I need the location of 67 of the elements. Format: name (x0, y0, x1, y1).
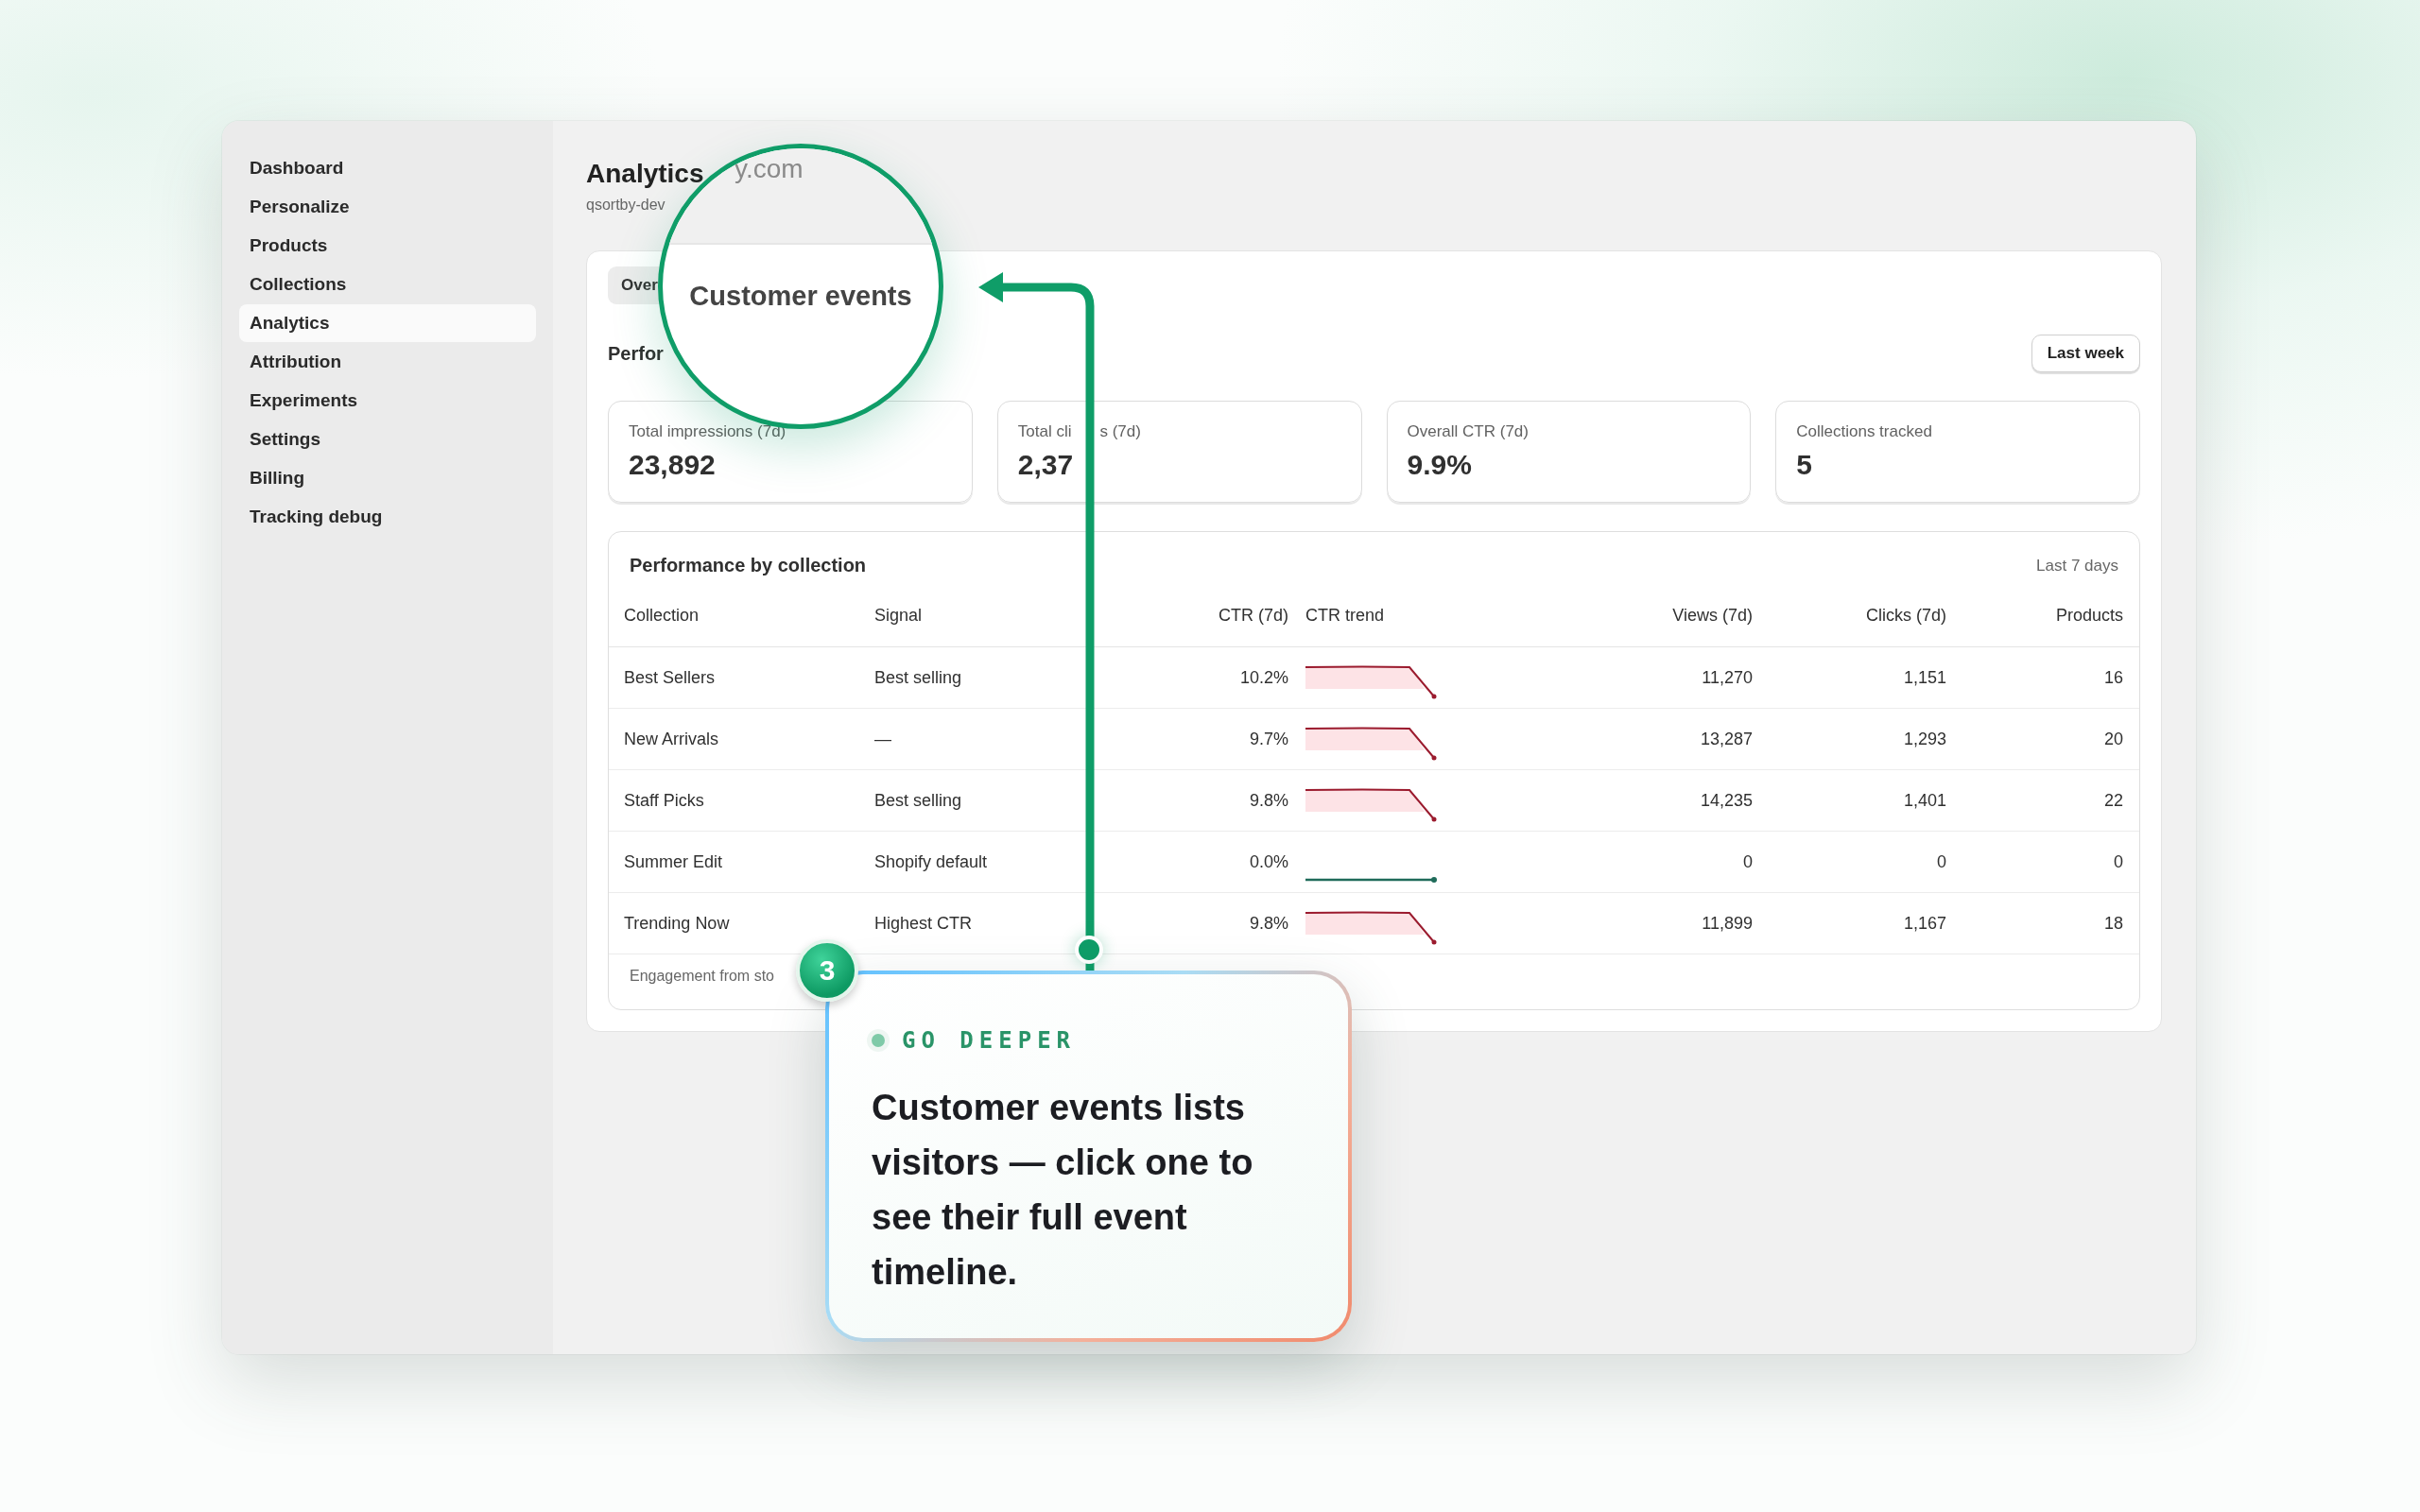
table-cell-text: 0 (1742, 851, 1753, 872)
column-header: Collection (624, 605, 700, 626)
table-cell-text: Shopify default (874, 851, 989, 872)
table-cell-text: 18 (2102, 913, 2123, 934)
table-cell-text: 10.2% (1238, 667, 1288, 688)
table-cell-text: 16 (2102, 667, 2123, 688)
table-cell-text: 22 (2102, 790, 2123, 811)
column-header: CTR trend (1305, 605, 1386, 626)
column-header: Views (7d) (1671, 605, 1753, 626)
table-cell-text: Highest CTR (874, 913, 974, 934)
table-cell-text: 9.8% (1248, 913, 1288, 934)
table-cell-text: 9.7% (1248, 729, 1288, 749)
stat-label: Total cli (1017, 422, 1072, 441)
table-cell-text: Best selling (874, 667, 963, 688)
sidebar-item[interactable]: Dashboard (239, 149, 536, 187)
stat-label: Overall CTR (7d) (1407, 422, 1529, 441)
sidebar-item[interactable]: Settings (239, 421, 536, 458)
table-cell-text: 0 (2113, 851, 2123, 872)
table-cell-text: 1,293 (1902, 729, 1946, 749)
sidebar-item[interactable]: Products (239, 227, 536, 265)
table-cell-text: Trending Now (624, 913, 731, 934)
table-title: Performance by collection (630, 555, 867, 576)
sidebar-item[interactable]: Collections (239, 266, 536, 303)
table-cell-text: — (874, 729, 892, 749)
tab[interactable]: Over (608, 266, 660, 304)
column-header: Products (2054, 605, 2123, 626)
table-cell-text: 1,167 (1902, 913, 1946, 934)
tooltip-eyebrow: GO DEEPER (902, 1027, 1077, 1054)
table-range: Last 7 days (2036, 556, 2118, 576)
sidebar-item[interactable]: Personalize (239, 188, 536, 226)
table-cell-text: 14,235 (1699, 790, 1753, 811)
tooltip-text: Customer events lists visitors — click one to see their full event timeline. (872, 1087, 1254, 1294)
stat-value: 23,892 (629, 449, 717, 481)
section-title: Perfor (608, 342, 664, 365)
stat-value: 5 (1796, 449, 1813, 481)
column-header: Clicks (7d) (1865, 605, 1946, 626)
table-cell-text: 1,401 (1902, 790, 1946, 811)
table-footnote: Engagement from sto (630, 968, 774, 985)
sidebar-item[interactable]: Billing (239, 459, 536, 497)
stat-value: 9.9% (1407, 449, 1473, 481)
date-range-button[interactable]: Last week (2031, 335, 2140, 372)
column-header: CTR (7d) (1218, 605, 1288, 626)
sidebar-item[interactable]: Analytics (239, 304, 536, 342)
table-cell-text: Best selling (874, 790, 963, 811)
table-cell-text: 0.0% (1248, 851, 1288, 872)
table-cell-text: 20 (2102, 729, 2123, 749)
table-cell-text: 0 (1936, 851, 1946, 872)
table-cell-text: Summer Edit (624, 851, 724, 872)
page-title: Analytics (586, 159, 704, 189)
table-cell-text: 1,151 (1902, 667, 1946, 688)
table-cell-text: 9.8% (1248, 790, 1288, 811)
table-cell-text: 11,899 (1701, 913, 1753, 934)
table-cell-text: New Arrivals (624, 729, 720, 749)
stat-value: 2,37 (1017, 449, 1075, 481)
table-cell-text: Best Sellers (624, 667, 717, 688)
store-domain: y.com (735, 154, 804, 184)
customer-events-label: Customer events (689, 281, 912, 313)
column-header: Signal (874, 605, 924, 626)
table-cell-text: 11,270 (1701, 667, 1753, 688)
sidebar-item[interactable]: Attribution (239, 343, 536, 381)
table-cell-text: Staff Picks (624, 790, 705, 811)
stat-label: s (7d) (1099, 422, 1141, 441)
sidebar-item[interactable]: Experiments (239, 382, 536, 420)
store-domain: qsortby-dev (586, 197, 666, 214)
stat-label: Collections tracked (1796, 422, 1932, 441)
table-cell-text: 13,287 (1699, 729, 1753, 749)
sidebar-item[interactable]: Tracking debug (239, 498, 536, 536)
